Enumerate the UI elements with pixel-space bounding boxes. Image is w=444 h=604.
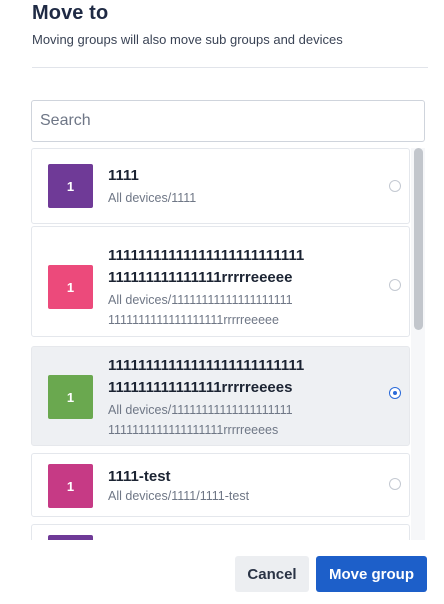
group-path: All devices/11111111111111111111 1111111…: [108, 293, 293, 327]
move-group-button[interactable]: Move group: [316, 556, 427, 592]
move-to-dialog: Move to Moving groups will also move sub…: [0, 0, 444, 604]
group-avatar: 1: [48, 164, 93, 208]
group-item[interactable]: 1 1111 All devices/1111: [31, 148, 410, 224]
group-avatar: 1: [48, 375, 93, 419]
group-name: 11111111111111111111111111 1111111111111…: [108, 247, 305, 286]
group-name: 1111: [108, 167, 139, 184]
group-path: All devices/1111/1111-test: [108, 489, 250, 503]
dialog-subtitle: Moving groups will also move sub groups …: [32, 32, 343, 47]
cancel-button[interactable]: Cancel: [235, 556, 309, 592]
group-radio[interactable]: [389, 478, 401, 490]
group-item-selected[interactable]: 1 11111111111111111111111111 11111111111…: [31, 346, 410, 446]
group-avatar: 1: [48, 265, 93, 309]
group-name: 1111-test: [108, 468, 171, 485]
divider: [32, 67, 428, 68]
group-avatar: [48, 535, 93, 540]
search-input[interactable]: [31, 100, 425, 142]
group-item[interactable]: [31, 524, 410, 540]
scrollbar-thumb[interactable]: [414, 148, 423, 330]
dialog-title: Move to: [32, 2, 109, 24]
group-path: All devices/11111111111111111111 1111111…: [108, 403, 293, 437]
group-path: All devices/1111: [108, 191, 197, 205]
group-list[interactable]: 1 1111 All devices/1111 1 11111111111111…: [31, 146, 428, 540]
group-item[interactable]: 1 11111111111111111111111111 11111111111…: [31, 226, 410, 337]
group-radio[interactable]: [389, 279, 401, 291]
group-name: 11111111111111111111111111 1111111111111…: [108, 357, 305, 396]
group-avatar: 1: [48, 464, 93, 508]
group-radio[interactable]: [389, 180, 401, 192]
group-item[interactable]: 1 1111-test All devices/1111/1111-test: [31, 453, 410, 517]
group-radio-checked[interactable]: [389, 387, 401, 399]
